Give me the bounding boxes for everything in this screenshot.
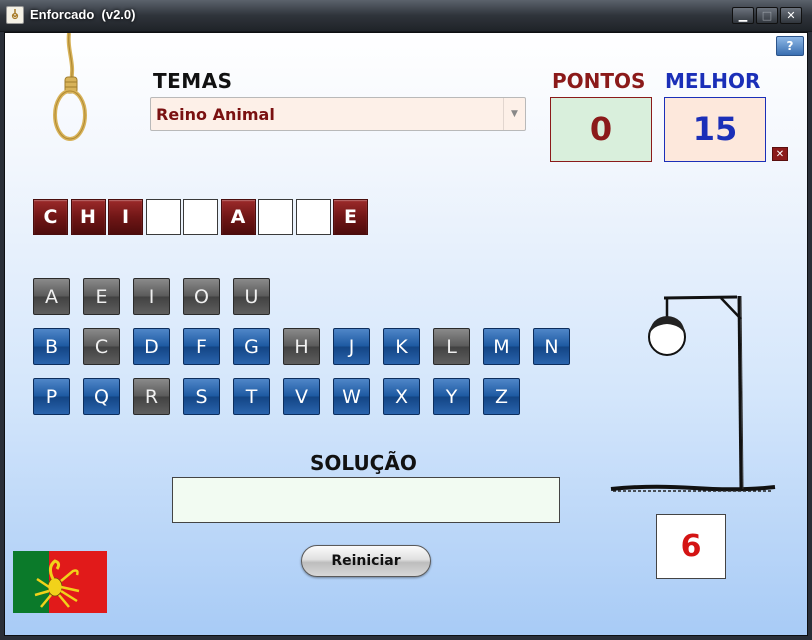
letter-key-g[interactable]: G (233, 328, 270, 365)
gallows-icon (610, 295, 776, 492)
letter-slot: H (70, 199, 106, 235)
letter-key-m[interactable]: M (483, 328, 520, 365)
lives-remaining: 6 (656, 514, 726, 579)
letter-slot (258, 199, 293, 235)
letter-key-l[interactable]: L (433, 328, 470, 365)
solution-label: SOLUÇÃO (310, 451, 417, 475)
theme-selected-value: Reino Animal (156, 105, 275, 124)
letter-key-c[interactable]: C (83, 328, 120, 365)
letter-key-z[interactable]: Z (483, 378, 520, 415)
theme-dropdown[interactable]: Reino Animal ▼ (150, 97, 526, 131)
letter-key-h[interactable]: H (283, 328, 320, 365)
letter-key-d[interactable]: D (133, 328, 170, 365)
chevron-down-icon[interactable]: ▼ (503, 98, 525, 130)
portugal-flag-icon[interactable] (13, 551, 107, 613)
letter-slot: C (33, 199, 68, 235)
restart-button[interactable]: Reiniciar (301, 545, 431, 577)
letter-key-j[interactable]: J (333, 328, 370, 365)
game-panel: ? TEMAS Reino Animal ▼ PONTOS MELHOR 0 1… (4, 32, 808, 636)
letter-slot (295, 199, 331, 235)
letter-key-u[interactable]: U (233, 278, 270, 315)
letter-key-w[interactable]: W (333, 378, 370, 415)
best-value: 15 (664, 97, 766, 162)
letter-key-f[interactable]: F (183, 328, 220, 365)
letter-key-q[interactable]: Q (83, 378, 120, 415)
close-button[interactable]: ✕ (780, 7, 802, 24)
letter-key-r[interactable]: R (133, 378, 170, 415)
letter-key-s[interactable]: S (183, 378, 220, 415)
help-button[interactable]: ? (776, 36, 804, 56)
letter-key-n[interactable]: N (533, 328, 570, 365)
best-label: MELHOR (665, 69, 761, 93)
theme-label: TEMAS (153, 69, 233, 93)
letter-key-y[interactable]: Y (433, 378, 470, 415)
maximize-button[interactable]: □ (756, 7, 778, 24)
reset-best-button[interactable]: ✕ (772, 147, 788, 161)
window-title: Enforcado (v2.0) (30, 7, 136, 22)
letter-key-k[interactable]: K (383, 328, 420, 365)
letter-key-i[interactable]: I (133, 278, 170, 315)
letter-key-o[interactable]: O (183, 278, 220, 315)
letter-key-p[interactable]: P (33, 378, 70, 415)
points-value: 0 (550, 97, 652, 162)
letter-slot: E (333, 199, 368, 235)
minimize-button[interactable]: ▁ (732, 7, 754, 24)
noose-icon (53, 33, 87, 141)
letter-key-x[interactable]: X (383, 378, 420, 415)
letter-key-e[interactable]: E (83, 278, 120, 315)
letter-key-a[interactable]: A (33, 278, 70, 315)
points-label: PONTOS (552, 69, 646, 93)
letter-key-b[interactable]: B (33, 328, 70, 365)
letter-slot (145, 199, 181, 235)
letter-slot: A (220, 199, 256, 235)
letter-slot: I (108, 199, 143, 235)
window-titlebar[interactable]: Enforcado (v2.0) ▁ □ ✕ (0, 0, 812, 32)
letter-key-v[interactable]: V (283, 378, 320, 415)
solution-input[interactable] (172, 477, 560, 523)
letter-slot (183, 199, 218, 235)
app-icon (6, 6, 24, 24)
letter-key-t[interactable]: T (233, 378, 270, 415)
